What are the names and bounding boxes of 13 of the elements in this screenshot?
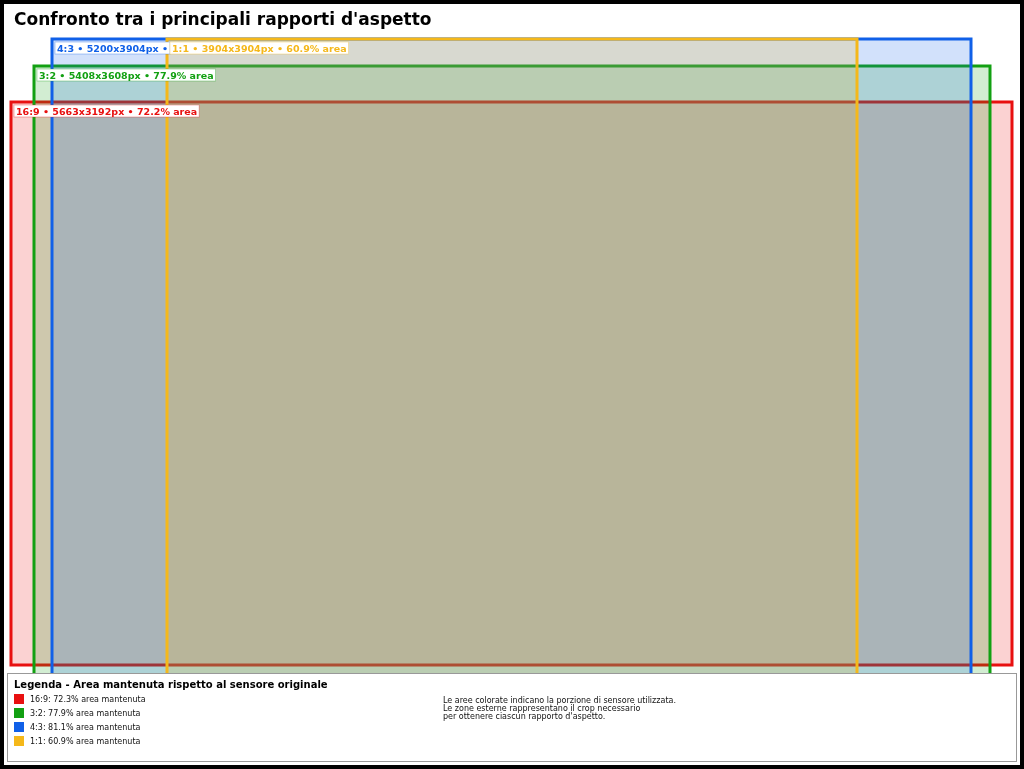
crop-label: 3:2 • 5408x3608px • 77.9% area (36, 68, 216, 82)
legend-title: Legenda - Area mantenuta rispetto al sensore originale (14, 679, 328, 690)
chart-title: Confronto tra i principali rapporti d'aspetto (13, 8, 433, 29)
crop-label: 16:9 • 5663x3192px • 72.2% area (13, 104, 200, 118)
legend-label: 1:1: 60.9% area mantenuta (30, 736, 141, 746)
crop-label: 1:1 • 3904x3904px • 60.9% area (169, 41, 349, 55)
note-text: Le zone esterne rappresentano il crop necessario (443, 705, 641, 713)
crop-label: 4:3 • 5200x3904px • (54, 41, 171, 55)
legend-label: 16:9: 72.3% area mantenuta (30, 694, 146, 704)
note-text: per ottenere ciascun rapporto d'aspetto. (443, 713, 606, 721)
legend-label: 3:2: 77.9% area mantenuta (30, 708, 141, 718)
note-text: Le aree colorate indicano la porzione di sensore utilizzata. (443, 697, 676, 705)
legend-label: 4:3: 81.1% area mantenuta (30, 722, 141, 732)
